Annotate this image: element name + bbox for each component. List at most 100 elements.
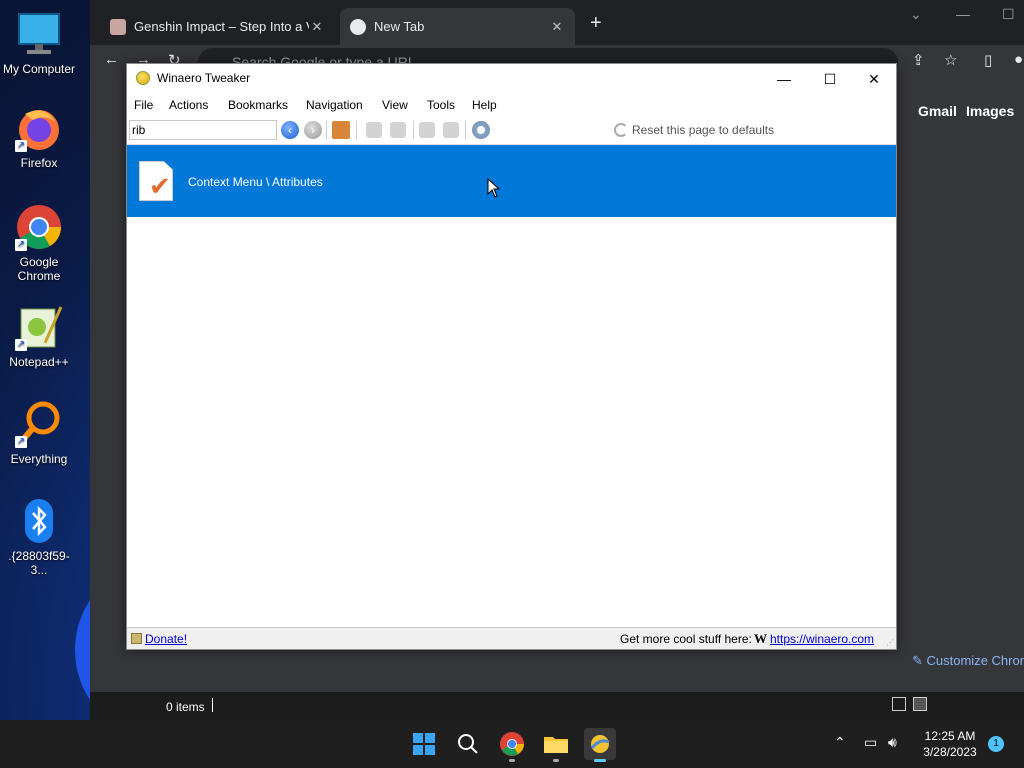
result-label: Context Menu \ Attributes	[188, 175, 323, 189]
share-icon[interactable]: ⇪	[912, 51, 925, 69]
desktop-icon-everything[interactable]: ↗ Everything	[2, 400, 76, 466]
everything-search-icon: ↗	[15, 400, 63, 448]
shortcut-arrow-icon: ↗	[15, 140, 27, 152]
toolbar-separator	[326, 121, 327, 139]
close-tab-icon[interactable]: ✕	[549, 19, 565, 35]
taskbar-file-explorer[interactable]	[540, 728, 572, 762]
winaero-tweaker-window: Winaero Tweaker — ☐ ✕ File Actions Bookm…	[126, 63, 897, 650]
folder-icon	[544, 737, 568, 753]
desktop-icon-label: Everything	[10, 452, 68, 466]
menu-file[interactable]: File	[134, 98, 153, 112]
running-indicator	[553, 759, 559, 762]
tab-search-chevron-icon[interactable]: ⌄	[910, 6, 922, 23]
side-panel-icon[interactable]: ▯	[984, 51, 992, 69]
more-stuff-text: Get more cool stuff here:	[620, 632, 752, 646]
menu-tools[interactable]: Tools	[427, 98, 455, 112]
toolbar-separator	[413, 121, 414, 139]
gmail-link[interactable]: Gmail	[918, 103, 957, 119]
menu-help[interactable]: Help	[472, 98, 497, 112]
pencil-icon: ✎	[912, 653, 927, 668]
profile-icon[interactable]: ●	[1014, 51, 1023, 68]
explorer-status-bar: 0 items	[90, 692, 1024, 720]
status-bar: Donate! Get more cool stuff here: W http…	[127, 627, 896, 649]
notepadpp-icon: ↗	[15, 303, 63, 351]
toolbar-separator	[465, 121, 466, 139]
taskbar-chrome[interactable]	[496, 728, 528, 762]
desktop-icon-firefox[interactable]: ↗ Firefox	[2, 104, 76, 170]
bookmark-star-icon[interactable]	[390, 122, 406, 138]
desktop-icon-bluetooth[interactable]: .{28803f59-3...	[2, 497, 76, 577]
desktop-icon-my-computer[interactable]: My Computer	[2, 10, 76, 76]
close-tab-icon[interactable]: ✕	[309, 19, 325, 35]
chrome-icon: ↗	[15, 203, 63, 251]
clock-time: 12:25 AM	[924, 729, 976, 743]
tab-title: New Tab	[374, 19, 425, 34]
tab-title: Genshin Impact – Step Into a Vas	[134, 19, 309, 34]
import-export-icon[interactable]	[419, 122, 435, 138]
taskbar-winaero-tweaker[interactable]	[584, 728, 616, 762]
menu-bookmarks[interactable]: Bookmarks	[228, 98, 288, 112]
monitor-icon	[15, 10, 63, 58]
search-button[interactable]	[452, 728, 484, 760]
volume-icon[interactable]: 🔊︎	[888, 734, 897, 751]
forward-button-icon[interactable]: ›	[304, 121, 322, 139]
reset-page-button[interactable]: Reset this page to defaults	[614, 123, 774, 137]
clock-date: 3/28/2023	[923, 745, 977, 759]
menu-bar: File Actions Bookmarks Navigation View T…	[127, 94, 896, 116]
chrome-tab-strip: Genshin Impact – Step Into a Vas ✕ New T…	[90, 0, 1024, 45]
chrome-tab-new-tab[interactable]: New Tab ✕	[340, 8, 575, 45]
search-icon	[458, 734, 478, 754]
resize-grip-icon[interactable]: ⋰	[886, 638, 894, 647]
desktop-icon-label: My Computer	[2, 62, 76, 76]
donate-link[interactable]: Donate!	[145, 632, 187, 646]
new-tab-button[interactable]: +	[590, 12, 602, 35]
desktop-icon-notepadpp[interactable]: ↗ Notepad++	[2, 303, 76, 369]
show-hidden-icons-chevron-icon[interactable]: ⌃	[834, 734, 846, 751]
menu-view[interactable]: View	[382, 98, 408, 112]
images-link[interactable]: Images	[966, 103, 1014, 119]
windows-logo-icon	[413, 733, 435, 755]
desktop-icon-label: .{28803f59-3...	[8, 549, 70, 577]
desktop-icon-label: Notepad++	[9, 355, 69, 369]
active-indicator	[594, 759, 606, 762]
shortcut-arrow-icon: ↗	[15, 436, 27, 448]
details-view-icon[interactable]	[892, 697, 906, 711]
notification-badge[interactable]: 1	[988, 736, 1004, 752]
large-icons-view-icon[interactable]	[913, 697, 927, 711]
toolbar: ‹ › Reset this page to defaults	[127, 117, 896, 143]
maximize-icon[interactable]: ☐	[1002, 6, 1015, 23]
search-result-item[interactable]: ✔ Context Menu \ Attributes	[127, 145, 896, 217]
menu-actions[interactable]: Actions	[169, 98, 208, 112]
start-button[interactable]	[408, 728, 440, 760]
home-icon[interactable]	[332, 121, 350, 139]
minimize-button[interactable]: —	[761, 64, 807, 94]
chrome-favicon-icon	[350, 18, 366, 35]
network-icon[interactable]: ▭	[864, 734, 877, 751]
back-button-icon[interactable]: ‹	[281, 121, 299, 139]
desktop-icon-google-chrome[interactable]: ↗ Google Chrome	[2, 203, 76, 283]
settings-gear-icon[interactable]	[472, 121, 490, 139]
maximize-button[interactable]: ☐	[807, 64, 853, 94]
winaero-app-icon	[590, 735, 610, 753]
apply-check-icon[interactable]	[443, 122, 459, 138]
add-bookmark-icon[interactable]	[366, 122, 382, 138]
bookmark-star-icon[interactable]: ☆	[944, 51, 957, 69]
winaero-site-link[interactable]: https://winaero.com	[770, 632, 874, 646]
search-input[interactable]	[129, 120, 277, 140]
chrome-tab-genshin[interactable]: Genshin Impact – Step Into a Vas ✕	[100, 8, 335, 45]
system-clock[interactable]: 12:25 AM 3/28/2023	[915, 728, 985, 760]
checkmark-icon: ✔	[149, 171, 171, 201]
menu-navigation[interactable]: Navigation	[306, 98, 363, 112]
back-arrow-icon[interactable]: ←	[104, 51, 119, 68]
toolbar-separator	[356, 121, 357, 139]
bluetooth-icon	[15, 497, 63, 545]
close-button[interactable]: ✕	[851, 64, 897, 94]
reset-label: Reset this page to defaults	[632, 123, 775, 137]
firefox-icon: ↗	[15, 104, 63, 152]
customize-chrome-button[interactable]: ✎ Customize Chrome	[900, 646, 1024, 676]
winaero-logo-icon: W	[754, 631, 767, 646]
search-results-pane: ✔ Context Menu \ Attributes	[127, 144, 896, 627]
desktop-icon-label: Google Chrome	[17, 255, 61, 283]
minimize-icon[interactable]: —	[956, 6, 970, 22]
donate-icon	[131, 633, 142, 644]
